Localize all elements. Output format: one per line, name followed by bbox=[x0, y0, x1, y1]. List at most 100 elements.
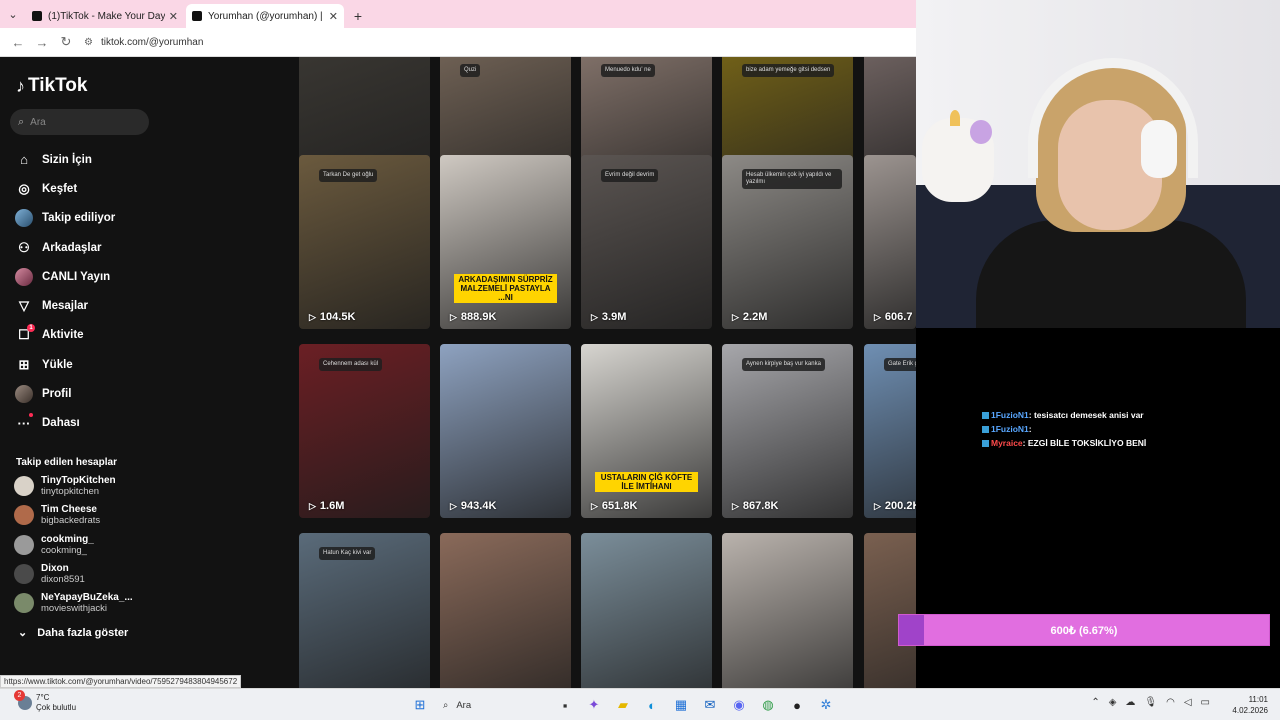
cloud-sync-icon[interactable]: ☁ bbox=[1125, 697, 1135, 708]
sidebar-item-label: Mesajlar bbox=[42, 300, 89, 313]
unicorn-plush bbox=[922, 110, 994, 202]
sidebar-item-upload[interactable]: ⊞ Yükle bbox=[14, 350, 154, 379]
status-link-preview: https://www.tiktok.com/@yorumhan/video/7… bbox=[0, 675, 242, 688]
sidebar-item-explore[interactable]: ◎ Keşfet bbox=[14, 174, 154, 203]
settings-gear-icon[interactable]: ✲ bbox=[814, 693, 838, 717]
view-count: ▷ 867.8K bbox=[732, 500, 778, 512]
view-count: ▷ 943.4K bbox=[450, 500, 496, 512]
forward-arrow-icon[interactable]: → bbox=[30, 30, 54, 54]
close-tab-icon[interactable]: ✕ bbox=[169, 10, 178, 23]
sidebar-item-profile[interactable]: Profil bbox=[14, 379, 154, 408]
search-placeholder: Ara bbox=[30, 116, 46, 128]
search-icon: ⌕ bbox=[18, 115, 25, 128]
taskbar-search-label: Ara bbox=[456, 699, 472, 711]
tab-list-chevron-icon[interactable]: ⌄ bbox=[0, 0, 26, 28]
sidebar-item-more[interactable]: ··· Dahası bbox=[14, 409, 154, 438]
search-input[interactable]: ⌕ Ara bbox=[10, 109, 149, 135]
discord-icon[interactable]: ◉ bbox=[727, 693, 751, 717]
chevron-up-icon[interactable]: ⌃ bbox=[1091, 697, 1099, 708]
video-card[interactable] bbox=[581, 533, 712, 688]
windows-taskbar: 2 7°C Çok bulutlu ⊞ ⌕ Ara ▪ ✦ ▰ ◐ ▦ ✉ ◉ ◍ … bbox=[0, 688, 1280, 720]
video-card[interactable]: Aynen kirpiye baş vur kanka ▷ 867.8K bbox=[722, 344, 853, 518]
sidebar-item-activity[interactable]: ☐ 1 Aktivite bbox=[14, 321, 154, 350]
tab-tiktok-home[interactable]: (1)TikTok - Make Your Day ✕ bbox=[26, 4, 184, 28]
followed-account[interactable]: NeYapayBuZeka_... movieswithjacki bbox=[14, 592, 133, 614]
url-field[interactable]: ⚙ tiktok.com/@yorumhan bbox=[84, 37, 203, 48]
tiktok-logo[interactable]: ♪ TikTok bbox=[16, 75, 87, 97]
new-tab-button[interactable]: + bbox=[346, 4, 370, 28]
account-handle: tinytopkitchen bbox=[41, 486, 100, 497]
chat-user: 1FuzioN1 bbox=[991, 424, 1029, 434]
video-card[interactable]: Evrim değil devrim ▷ 3.9M bbox=[581, 155, 712, 329]
weather-widget[interactable]: 2 7°C Çok bulutlu bbox=[14, 690, 77, 713]
task-view-icon[interactable]: ▪ bbox=[553, 693, 577, 717]
file-explorer-icon[interactable]: ▰ bbox=[611, 693, 635, 717]
account-handle: bigbackedrats bbox=[41, 515, 101, 526]
outlook-icon[interactable]: ✉ bbox=[698, 693, 722, 717]
show-more-button[interactable]: ⌄ Daha fazla göster bbox=[18, 626, 128, 640]
video-card[interactable] bbox=[722, 533, 853, 688]
play-icon: ▷ bbox=[450, 500, 457, 511]
account-name: Tim Cheese bbox=[41, 504, 97, 515]
sidebar-item-label: Takip ediliyor bbox=[42, 212, 116, 225]
logo-text: TikTok bbox=[28, 75, 88, 96]
video-card[interactable]: Cehennem adası kül ▷ 1.6M bbox=[299, 344, 430, 518]
sidebar-item-live[interactable]: CANLI Yayın bbox=[14, 262, 154, 291]
video-card[interactable] bbox=[864, 533, 916, 688]
followed-account[interactable]: TinyTopKitchen tinytopkitchen bbox=[14, 475, 116, 497]
video-card[interactable]: Tarkan De get oğlu ▷ 104.5K bbox=[299, 155, 430, 329]
chrome-icon[interactable]: ◍ bbox=[756, 693, 780, 717]
sidebar-item-for-you[interactable]: ⌂ Sizin İçin bbox=[14, 145, 154, 174]
battery-icon[interactable]: ▭ bbox=[1201, 697, 1210, 708]
play-icon: ▷ bbox=[874, 311, 881, 322]
obs-icon[interactable]: ● bbox=[785, 693, 809, 717]
sidebar: ♪ TikTok ⌕ Ara ⌂ Sizin İçin ◎ Keşfet Tak… bbox=[0, 57, 160, 688]
view-count-text: 606.7 bbox=[884, 311, 913, 323]
activity-icon: ☐ 1 bbox=[14, 324, 35, 345]
avatar bbox=[14, 476, 34, 496]
clock-time: 11:01 bbox=[1248, 695, 1268, 704]
speaker-icon[interactable]: ◁ bbox=[1184, 697, 1192, 708]
sidebar-item-friends[interactable]: ⚇ Arkadaşlar bbox=[14, 233, 154, 262]
edge-icon[interactable]: ◐ bbox=[640, 693, 664, 717]
weather-desc: Çok bulutlu bbox=[36, 703, 77, 712]
reload-icon[interactable]: ↻ bbox=[54, 30, 78, 54]
wifi-icon[interactable]: ◠ bbox=[1166, 697, 1175, 708]
windows-start-icon[interactable]: ⊞ bbox=[408, 693, 432, 717]
clock[interactable]: 11:01 4.02.2026 bbox=[1232, 694, 1268, 716]
site-info-icon[interactable]: ⚙ bbox=[84, 37, 93, 48]
account-name: NeYapayBuZeka_... bbox=[41, 592, 133, 603]
sidebar-item-following[interactable]: Takip ediliyor bbox=[14, 204, 154, 233]
followed-account[interactable]: cookming_ cookming_ bbox=[14, 534, 94, 556]
video-card[interactable] bbox=[440, 533, 571, 688]
chat-message: : EZGİ BİLE TOKSİKLİYO BENİ bbox=[1022, 438, 1147, 448]
copilot-icon[interactable]: ✦ bbox=[582, 693, 606, 717]
video-card[interactable]: ▷ 606.7 bbox=[864, 155, 916, 329]
view-count: ▷ 888.9K bbox=[450, 311, 496, 323]
video-card[interactable]: ▷ 943.4K bbox=[440, 344, 571, 518]
sidebar-item-label: Aktivite bbox=[42, 329, 84, 342]
comment-sticker: Menuedo kdu' ne bbox=[601, 64, 655, 77]
tray-app-icon[interactable]: ◈ bbox=[1109, 697, 1117, 708]
close-tab-icon[interactable]: ✕ bbox=[329, 10, 338, 23]
taskbar-search[interactable]: ⌕ Ara bbox=[437, 693, 545, 717]
video-card[interactable]: Gate Erik gibiymiş ▷200.2K bbox=[864, 344, 916, 518]
microphone-icon[interactable]: 🎙 bbox=[1144, 697, 1157, 708]
sidebar-item-messages[interactable]: ▽ Mesajlar bbox=[14, 291, 154, 320]
avatar bbox=[14, 593, 34, 613]
followed-account[interactable]: Dixon dixon8591 bbox=[14, 563, 85, 585]
tab-yorumhan[interactable]: Yorumhan (@yorumhan) | TikTok ✕ bbox=[186, 4, 344, 28]
tiktok-favicon-icon bbox=[32, 11, 42, 21]
followed-account[interactable]: Tim Cheese bigbackedrats bbox=[14, 504, 100, 526]
store-icon[interactable]: ▦ bbox=[669, 693, 693, 717]
back-arrow-icon[interactable]: ← bbox=[6, 30, 30, 54]
avatar bbox=[14, 505, 34, 525]
activity-badge: 1 bbox=[27, 324, 35, 333]
video-card[interactable]: Hatun Kaç kivi var bbox=[299, 533, 430, 688]
sidebar-item-label: Sizin İçin bbox=[42, 153, 92, 166]
play-icon: ▷ bbox=[450, 311, 457, 322]
account-handle: movieswithjacki bbox=[41, 603, 107, 614]
video-card[interactable]: ARKADAŞIMIN SÜRPRİZ MALZEMELİ PASTAYLA .… bbox=[440, 155, 571, 329]
video-card[interactable]: USTALARIN ÇİĞ KÖFTE İLE İMTİHANI ▷ 651.8K bbox=[581, 344, 712, 518]
video-card[interactable]: Hesab ülkemin çok iyi yapıldı ve yazılmı… bbox=[722, 155, 853, 329]
